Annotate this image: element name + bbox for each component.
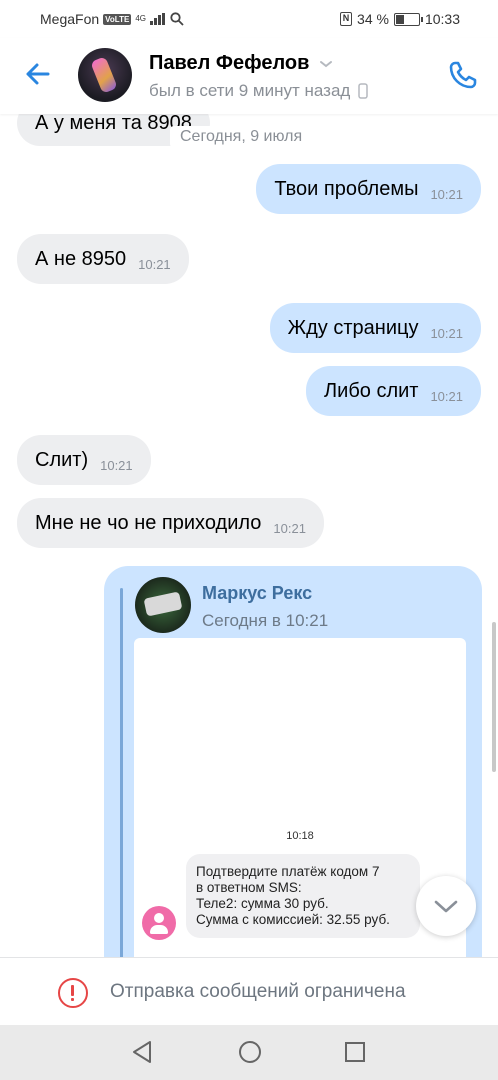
- system-nav-bar: [0, 1025, 498, 1080]
- search-icon: [170, 12, 184, 26]
- message-2[interactable]: А не 8950 10:21: [17, 234, 189, 284]
- sms-line: Теле2: сумма 30 руб.: [196, 896, 329, 911]
- sms-line: в ответном SMS:: [196, 880, 302, 895]
- message-5[interactable]: Слит) 10:21: [17, 435, 151, 485]
- chat-header: Павел Фефелов был в сети 9 минут назад: [0, 38, 498, 114]
- sms-line: Сумма с комиссией: 32.55 руб.: [196, 912, 390, 927]
- message-time: 10:21: [138, 256, 171, 272]
- message-text: Мне не чо не приходило: [35, 511, 262, 534]
- forward-author-avatar[interactable]: [135, 577, 191, 633]
- avatar[interactable]: [78, 48, 132, 102]
- scrollbar[interactable]: [492, 622, 496, 772]
- forward-author-name[interactable]: Маркус Рекс: [202, 583, 312, 604]
- avatar-image: [143, 591, 183, 617]
- back-arrow-icon: [26, 63, 50, 85]
- alert-icon: [58, 978, 88, 1008]
- battery-icon: [393, 12, 423, 26]
- date-separator: Сегодня, 9 июля: [170, 126, 313, 148]
- avatar-image: [90, 56, 118, 94]
- message-time: 10:21: [430, 186, 463, 202]
- nfc-icon: N: [340, 12, 353, 26]
- signal-icon: [149, 13, 165, 25]
- message-4[interactable]: Либо слит 10:21: [306, 366, 481, 416]
- status-bar: MegaFon VoLTE 4G N 34 % 10:33: [0, 0, 498, 38]
- nav-home-button[interactable]: [237, 1039, 263, 1070]
- contact-status-text: был в сети 9 минут назад: [149, 81, 351, 100]
- message-time: 10:21: [430, 325, 463, 341]
- restriction-bar: Отправка сообщений ограничена: [0, 957, 498, 1025]
- phone-icon: [358, 83, 369, 99]
- message-6[interactable]: Мне не чо не приходило 10:21: [17, 498, 324, 548]
- contact-name-text: Павел Фефелов: [149, 52, 310, 74]
- message-text: Слит): [35, 448, 89, 471]
- message-text: Жду страницу: [287, 316, 419, 339]
- message-text: Твои проблемы: [274, 177, 419, 200]
- contact-name[interactable]: Павел Фефелов: [149, 52, 333, 75]
- status-right: N 34 % 10:33: [340, 11, 460, 27]
- call-button[interactable]: [446, 58, 480, 92]
- clock: 10:33: [424, 11, 460, 27]
- volte-badge: VoLTE: [103, 13, 132, 25]
- scroll-to-bottom-button[interactable]: [416, 876, 476, 936]
- chevron-down-icon: [320, 60, 333, 67]
- carrier-label: MegaFon: [40, 11, 100, 27]
- sender-avatar-icon: [142, 906, 176, 940]
- message-list[interactable]: А у меня та 8908 Сегодня, 9 июля Твои пр…: [0, 114, 498, 957]
- forward-indicator: [120, 588, 123, 957]
- status-left: MegaFon VoLTE 4G: [40, 11, 184, 27]
- battery-fill: [395, 14, 405, 24]
- nav-back-icon: [133, 1041, 151, 1063]
- message-3[interactable]: Жду страницу 10:21: [269, 303, 481, 353]
- message-time: 10:21: [430, 388, 463, 404]
- forward-time: Сегодня в 10:21: [202, 611, 329, 630]
- message-1[interactable]: Твои проблемы 10:21: [256, 164, 481, 214]
- call-icon: [449, 61, 477, 89]
- message-text: А не 8950: [35, 247, 127, 270]
- message-time: 10:21: [273, 520, 306, 536]
- restriction-text: Отправка сообщений ограничена: [110, 981, 406, 1002]
- message-text: Либо слит: [324, 379, 419, 402]
- nav-recent-icon: [345, 1042, 365, 1062]
- sms-message: Подтвердите платёж кодом 7 в ответном SM…: [186, 854, 420, 938]
- back-button[interactable]: [20, 56, 56, 92]
- battery-text: 34 %: [357, 11, 389, 27]
- nav-home-icon: [239, 1041, 261, 1063]
- sms-line: Подтвердите платёж кодом 7: [196, 864, 380, 879]
- chevron-down-icon: [434, 900, 458, 913]
- nav-recent-button[interactable]: [343, 1039, 367, 1070]
- message-time: 10:21: [100, 457, 133, 473]
- message-text: А у меня та 8908: [35, 114, 192, 134]
- network-label: 4G: [135, 14, 146, 23]
- nav-back-button[interactable]: [130, 1039, 154, 1070]
- contact-status: был в сети 9 минут назад: [149, 81, 369, 101]
- screenshot-time: 10:18: [286, 830, 314, 842]
